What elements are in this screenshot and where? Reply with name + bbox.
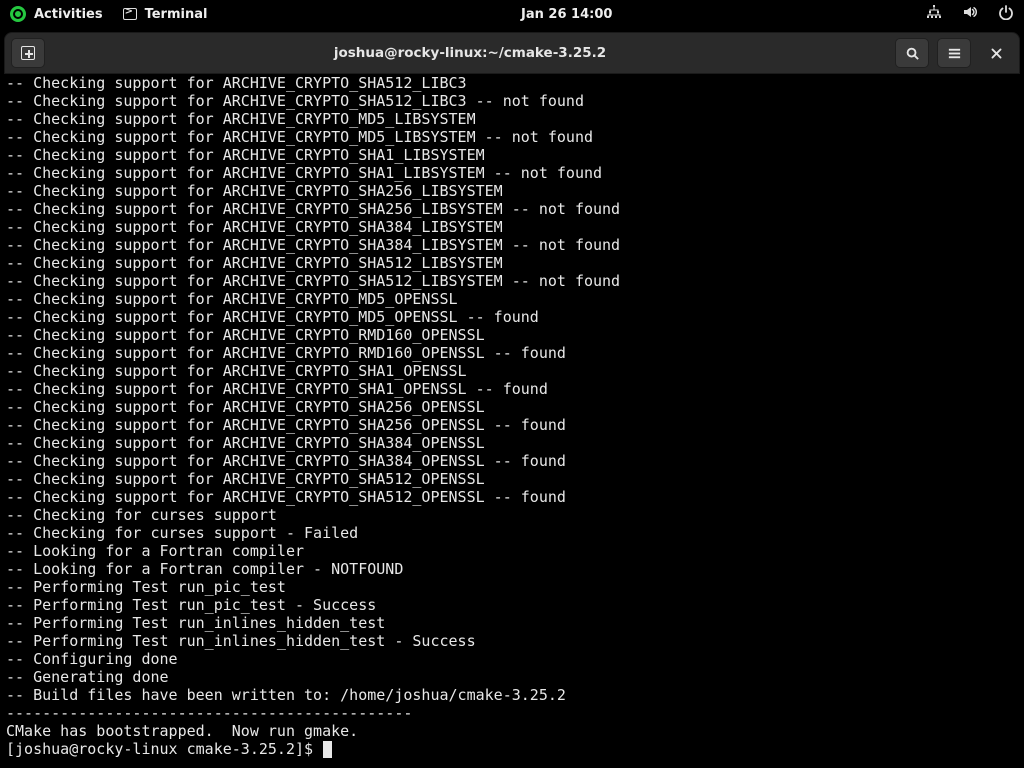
terminal-line: -- Checking support for ARCHIVE_CRYPTO_M… xyxy=(6,128,1018,146)
terminal-line: -- Checking support for ARCHIVE_CRYPTO_S… xyxy=(6,218,1018,236)
terminal-line: -- Performing Test run_inlines_hidden_te… xyxy=(6,614,1018,632)
activities-label: Activities xyxy=(34,7,103,22)
close-icon xyxy=(990,47,1003,60)
terminal-line: -- Looking for a Fortran compiler xyxy=(6,542,1018,560)
hamburger-icon xyxy=(947,46,962,61)
shell-prompt: [joshua@rocky-linux cmake-3.25.2]$ xyxy=(6,740,322,758)
search-button[interactable] xyxy=(895,38,929,68)
terminal-line: -- Build files have been written to: /ho… xyxy=(6,686,1018,704)
terminal-line: -- Checking support for ARCHIVE_CRYPTO_S… xyxy=(6,452,1018,470)
terminal-line: -- Checking for curses support - Failed xyxy=(6,524,1018,542)
terminal-line: -- Checking support for ARCHIVE_CRYPTO_S… xyxy=(6,182,1018,200)
terminal-line: -- Configuring done xyxy=(6,650,1018,668)
terminal-prompt-line[interactable]: [joshua@rocky-linux cmake-3.25.2]$ xyxy=(6,740,1018,758)
terminal-line: -- Checking support for ARCHIVE_CRYPTO_S… xyxy=(6,434,1018,452)
terminal-window: joshua@rocky-linux:~/cmake-3.25.2 xyxy=(4,32,1020,768)
terminal-line: -- Checking support for ARCHIVE_CRYPTO_S… xyxy=(6,146,1018,164)
terminal-line: -- Checking support for ARCHIVE_CRYPTO_S… xyxy=(6,164,1018,182)
new-tab-button[interactable] xyxy=(11,38,45,68)
clock-label: Jan 26 14:00 xyxy=(521,7,612,22)
window-title: joshua@rocky-linux:~/cmake-3.25.2 xyxy=(334,45,606,61)
terminal-line: -- Checking support for ARCHIVE_CRYPTO_R… xyxy=(6,326,1018,344)
terminal-line: -- Checking support for ARCHIVE_CRYPTO_S… xyxy=(6,362,1018,380)
terminal-line: -- Checking support for ARCHIVE_CRYPTO_M… xyxy=(6,308,1018,326)
volume-icon[interactable] xyxy=(962,4,978,24)
terminal-line: -- Performing Test run_pic_test - Succes… xyxy=(6,596,1018,614)
terminal-line: -- Checking support for ARCHIVE_CRYPTO_S… xyxy=(6,398,1018,416)
terminal-line: -- Checking support for ARCHIVE_CRYPTO_R… xyxy=(6,344,1018,362)
terminal-line: -- Performing Test run_pic_test xyxy=(6,578,1018,596)
terminal-line: -- Checking support for ARCHIVE_CRYPTO_S… xyxy=(6,254,1018,272)
terminal-line: -- Performing Test run_inlines_hidden_te… xyxy=(6,632,1018,650)
search-icon xyxy=(905,46,920,61)
terminal-line: -- Checking support for ARCHIVE_CRYPTO_M… xyxy=(6,290,1018,308)
terminal-cursor xyxy=(323,741,332,758)
terminal-line: -- Checking support for ARCHIVE_CRYPTO_S… xyxy=(6,416,1018,434)
network-icon[interactable] xyxy=(926,4,942,24)
terminal-line: -- Looking for a Fortran compiler - NOTF… xyxy=(6,560,1018,578)
terminal-line: -- Checking support for ARCHIVE_CRYPTO_S… xyxy=(6,200,1018,218)
terminal-line: -- Checking support for ARCHIVE_CRYPTO_S… xyxy=(6,470,1018,488)
terminal-line: -- Checking support for ARCHIVE_CRYPTO_S… xyxy=(6,74,1018,92)
terminal-line: -- Checking support for ARCHIVE_CRYPTO_S… xyxy=(6,380,1018,398)
hamburger-menu-button[interactable] xyxy=(937,38,971,68)
terminal-line: -- Generating done xyxy=(6,668,1018,686)
terminal-line: -- Checking support for ARCHIVE_CRYPTO_S… xyxy=(6,272,1018,290)
terminal-viewport[interactable]: -- Checking support for ARCHIVE_CRYPTO_S… xyxy=(4,74,1020,768)
terminal-line: ----------------------------------------… xyxy=(6,704,1018,722)
current-app-label: Terminal xyxy=(145,7,208,22)
terminal-line: -- Checking for curses support xyxy=(6,506,1018,524)
terminal-line: -- Checking support for ARCHIVE_CRYPTO_S… xyxy=(6,488,1018,506)
terminal-icon xyxy=(123,8,137,20)
window-headerbar: joshua@rocky-linux:~/cmake-3.25.2 xyxy=(4,32,1020,74)
activities-logo-icon xyxy=(10,6,26,22)
gnome-top-bar: Activities Terminal Jan 26 14:00 xyxy=(0,0,1024,28)
current-app-indicator[interactable]: Terminal xyxy=(123,7,208,22)
activities-button[interactable]: Activities xyxy=(10,6,103,22)
terminal-line: -- Checking support for ARCHIVE_CRYPTO_S… xyxy=(6,236,1018,254)
terminal-line: -- Checking support for ARCHIVE_CRYPTO_M… xyxy=(6,110,1018,128)
terminal-line: -- Checking support for ARCHIVE_CRYPTO_S… xyxy=(6,92,1018,110)
new-tab-icon xyxy=(21,46,35,60)
close-window-button[interactable] xyxy=(979,38,1013,68)
power-icon[interactable] xyxy=(998,4,1014,24)
terminal-line: CMake has bootstrapped. Now run gmake. xyxy=(6,722,1018,740)
clock-button[interactable]: Jan 26 14:00 xyxy=(521,7,612,22)
